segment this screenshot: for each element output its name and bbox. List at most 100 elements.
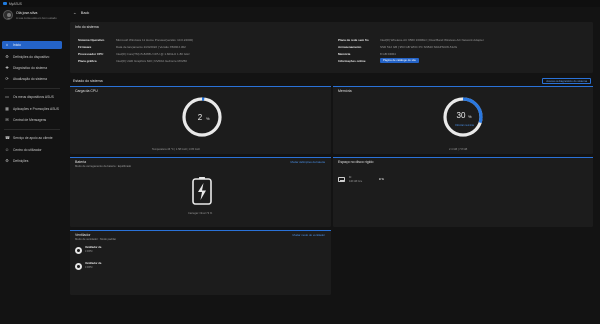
cpu-unit: % bbox=[206, 116, 210, 121]
info-key: Informações online bbox=[338, 59, 366, 63]
sidebar-item-support[interactable]: ☎ Serviço de apoio ao cliente bbox=[2, 134, 62, 142]
sidebar-item-label: Definições bbox=[13, 159, 29, 163]
apps-icon: ▦ bbox=[5, 106, 9, 111]
card-accent bbox=[70, 86, 331, 87]
cpu-title: Carga da CPU bbox=[75, 89, 98, 93]
info-key: Memória bbox=[338, 52, 351, 56]
info-value: 8 GB DDR4 bbox=[380, 52, 396, 56]
main-content: ← Back Info do sistema Sistema Operativo … bbox=[64, 7, 600, 324]
drive-value: 9 bbox=[379, 177, 381, 181]
drive-unit: % bbox=[381, 178, 384, 181]
fan-card: Ventilador Modo de ventilador : Modo pad… bbox=[70, 230, 331, 295]
app-title: MyASUS bbox=[9, 1, 22, 6]
info-value: Intel(R) Core(TM) i5-8265U CPU @ 1.60GHz… bbox=[116, 52, 190, 56]
message-icon: ✉ bbox=[5, 117, 9, 122]
sidebar-divider bbox=[4, 129, 60, 130]
card-accent bbox=[333, 86, 593, 87]
card-accent bbox=[70, 157, 331, 158]
sidebar-item-label: Central de Mensagens bbox=[13, 118, 47, 122]
disk-title: Espaço no disco rígido bbox=[338, 160, 374, 164]
info-value: SSD 512 GB | 953 GB WDC PC SN520 SDAPNUW… bbox=[380, 45, 458, 49]
system-status-title: Estado do sistema bbox=[73, 79, 103, 83]
sidebar-item-update[interactable]: ⟳ Atualização do sistema bbox=[2, 75, 62, 83]
optimize-memory-link[interactable]: Otimizar memória bbox=[455, 124, 474, 127]
sidebar-item-label: Definições do dispositivo bbox=[13, 55, 50, 59]
system-info-title: Info do sistema bbox=[75, 25, 99, 29]
sidebar-item-home[interactable]: ⌂ Início bbox=[2, 41, 62, 49]
battery-caption: Carregar: Nível 73 % bbox=[188, 212, 213, 215]
memory-card: Memória 30 % Otimizar memória 2.4 GB | 7… bbox=[333, 86, 593, 154]
sidebar-item-messages[interactable]: ✉ Central de Mensagens bbox=[2, 116, 62, 124]
memory-gauge: 30 % bbox=[443, 97, 483, 137]
arrow-left-icon: ← bbox=[73, 11, 77, 15]
home-icon: ⌂ bbox=[5, 42, 9, 47]
sidebar-item-label: Atualização do sistema bbox=[13, 77, 47, 81]
cpu-footer: Temperatura 46 °C | 1.58 GHz | 3.05 GHz bbox=[152, 148, 200, 151]
back-button[interactable]: ← Back bbox=[73, 11, 89, 15]
battery-subtitle: Modo de carregamento da bateria : Equili… bbox=[75, 165, 132, 168]
devices-icon: ▭ bbox=[5, 94, 9, 99]
sidebar-item-user-center[interactable]: ☺ Centro do utilizador bbox=[2, 146, 62, 154]
user-icon: ☺ bbox=[5, 147, 10, 152]
diagnosis-icon: ✚ bbox=[5, 65, 9, 70]
sidebar-item-device-settings[interactable]: ⚙ Definições do dispositivo bbox=[2, 53, 62, 61]
info-key: Placa gráfica bbox=[78, 59, 97, 63]
memory-title: Memória bbox=[338, 89, 352, 93]
battery-card: Bateria Modo de carregamento da bateria … bbox=[70, 157, 331, 227]
battery-title: Bateria bbox=[75, 160, 87, 164]
sidebar-item-devices[interactable]: ▭ Os meus dispositivos ASUS bbox=[2, 93, 62, 101]
profile-status: A sua conta está em bom estado bbox=[16, 16, 57, 20]
sidebar: Olá jose.silva A sua conta está em bom e… bbox=[0, 7, 64, 324]
info-key: Processador CPU bbox=[78, 52, 104, 56]
fan-value: 0 RPM bbox=[85, 250, 93, 253]
info-value: Data de lançamento 2/24/2022 | Versão X5… bbox=[116, 45, 186, 49]
sidebar-divider bbox=[4, 88, 60, 89]
drive-name: C: bbox=[349, 175, 352, 179]
cpu-value: 2 bbox=[198, 113, 203, 122]
sidebar-item-diagnosis[interactable]: ✚ Diagnóstico do sistema bbox=[2, 64, 62, 72]
sidebar-item-label: Aplicações e Promoções ASUS bbox=[13, 107, 59, 111]
sidebar-item-label: Início bbox=[13, 43, 21, 47]
card-accent bbox=[333, 157, 593, 158]
memory-value: 30 bbox=[457, 111, 466, 120]
sidebar-item-label: Serviço de apoio ao cliente bbox=[13, 136, 53, 140]
sidebar-item-label: Diagnóstico do sistema bbox=[13, 66, 48, 70]
diagnosis-button[interactable]: Acesso à diagnóstico do sistema bbox=[542, 78, 591, 84]
cpu-card: Carga da CPU 2 % Temperatura 46 °C | 1.5… bbox=[70, 86, 331, 154]
info-key: Armazenamento bbox=[338, 45, 362, 49]
fan-name: Ventilador da bbox=[85, 262, 102, 265]
cpu-gauge: 2 % bbox=[182, 97, 222, 137]
drive-free: 446 GB livre bbox=[349, 180, 363, 183]
info-key: Sistema Operativo bbox=[78, 38, 105, 42]
fan-value: 0 RPM bbox=[85, 266, 93, 269]
back-label: Back bbox=[80, 11, 90, 15]
system-info-card: Info do sistema Sistema Operativo Micros… bbox=[70, 22, 593, 73]
user-profile[interactable]: Olá jose.silva A sua conta está em bom e… bbox=[3, 10, 61, 26]
online-info-button[interactable]: Página de catálogo do site bbox=[380, 58, 419, 63]
fan-subtitle: Modo de ventilador : Modo padrão bbox=[75, 238, 116, 241]
fan-icon bbox=[75, 263, 82, 270]
card-accent bbox=[70, 230, 331, 231]
battery-icon bbox=[192, 177, 212, 205]
sidebar-item-settings[interactable]: ⚙ Definições bbox=[2, 157, 62, 165]
info-value: Intel(R) Wireless-AC 9560 160MHz | Dual … bbox=[380, 38, 484, 42]
update-icon: ⟳ bbox=[5, 76, 9, 81]
profile-name: Olá jose.silva bbox=[16, 11, 38, 15]
sidebar-item-label: Centro do utilizador bbox=[13, 148, 42, 152]
fan-mode-link[interactable]: Mudar modo do ventilador bbox=[293, 233, 326, 237]
settings-icon: ⚙ bbox=[5, 54, 9, 59]
title-bar: MyASUS bbox=[0, 0, 600, 7]
info-value: Microsoft Windows 11 Home Preview(versão… bbox=[116, 38, 194, 42]
battery-settings-link[interactable]: Mudar definições da bateria bbox=[290, 160, 325, 164]
disk-card: Espaço no disco rígido C: 446 GB livre 9… bbox=[333, 157, 593, 227]
info-key: Firmware bbox=[78, 45, 92, 49]
info-value: Intel(R) UHD Graphics 620 | NVIDIA GeFor… bbox=[116, 59, 187, 63]
drive-icon bbox=[338, 177, 345, 182]
avatar[interactable] bbox=[3, 10, 13, 20]
drive-usage: 9% bbox=[379, 177, 384, 181]
gear-icon: ⚙ bbox=[5, 158, 9, 163]
sidebar-item-label: Os meus dispositivos ASUS bbox=[13, 95, 54, 99]
fan-name: Ventilador da bbox=[85, 246, 102, 249]
sidebar-item-apps[interactable]: ▦ Aplicações e Promoções ASUS bbox=[2, 105, 62, 113]
memory-unit: % bbox=[468, 114, 472, 119]
